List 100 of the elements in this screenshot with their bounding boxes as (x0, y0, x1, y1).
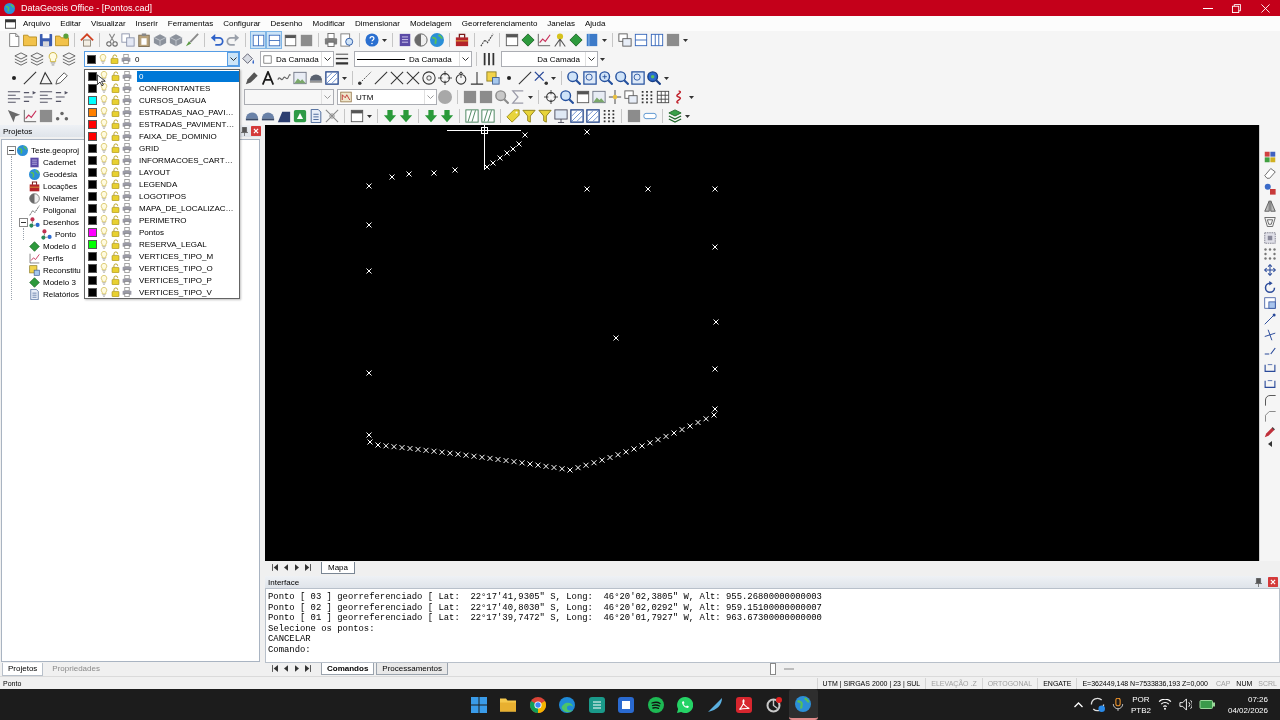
line-icon[interactable] (374, 71, 388, 85)
block-icon[interactable] (169, 33, 183, 47)
concentric-circles-icon[interactable] (422, 71, 436, 85)
dot-pattern-icon[interactable] (1264, 248, 1276, 261)
layer-option[interactable]: INFORMACOES_CART… (137, 154, 239, 166)
arrow-icon[interactable] (7, 109, 21, 123)
speaker-icon[interactable] (1178, 698, 1192, 711)
microphone-icon[interactable] (1111, 698, 1124, 711)
dotted-line-icon[interactable] (358, 71, 372, 85)
zoom-in-icon[interactable] (599, 71, 613, 85)
tree-item[interactable]: Reconstitu (43, 265, 81, 275)
caret-icon[interactable] (684, 114, 690, 118)
move-arrows-icon[interactable] (1264, 264, 1276, 277)
language-button[interactable]: POR PTB2 (1130, 693, 1151, 716)
menu-item[interactable]: Modificar (307, 17, 350, 30)
coordinate-select[interactable]: UTM (337, 89, 437, 105)
window-icon[interactable] (576, 90, 590, 104)
caret-icon[interactable] (663, 76, 669, 80)
plus-marker-icon[interactable] (608, 90, 622, 104)
layer-option[interactable]: LAYOUT (137, 166, 239, 178)
tree-item[interactable]: Poligonai (43, 205, 76, 215)
tree-item[interactable]: Desenhos (43, 217, 80, 227)
next-icon[interactable] (294, 665, 299, 672)
slash-box-icon[interactable] (481, 109, 495, 123)
tree-item[interactable]: Relatórios (43, 289, 79, 299)
select-field[interactable] (244, 89, 334, 105)
line-chart-icon[interactable] (23, 109, 37, 123)
line-chart-icon[interactable] (537, 33, 551, 47)
tree-item[interactable]: Teste.geoproj (31, 145, 80, 155)
caret-icon[interactable] (1268, 441, 1272, 448)
menu-item[interactable]: Modelagem (404, 17, 457, 30)
caret-icon[interactable] (550, 76, 556, 80)
collapse-icon[interactable] (6, 145, 16, 155)
menu-item[interactable]: Editar (55, 17, 87, 30)
diagonal-line-icon[interactable] (1264, 312, 1276, 325)
panel-tab[interactable]: Comandos (321, 663, 375, 675)
printer-icon[interactable] (122, 251, 132, 261)
polyline-icon[interactable] (39, 71, 53, 85)
print-preview-icon[interactable] (340, 33, 354, 47)
layer-option[interactable]: CURSOS_DAGUA (137, 94, 239, 106)
printer-icon[interactable] (122, 179, 132, 189)
dot-columns-icon[interactable] (640, 90, 654, 104)
zoom-window-icon[interactable] (631, 71, 645, 85)
pin-icon[interactable] (1255, 577, 1262, 587)
scale-icon[interactable] (1264, 296, 1276, 309)
tree-item[interactable]: Locações (43, 181, 78, 191)
close-icon[interactable] (1261, 3, 1270, 13)
funnel-icon[interactable] (538, 109, 552, 123)
layer-option[interactable]: CONFRONTANTES (137, 82, 239, 94)
sync-icon[interactable] (1089, 697, 1105, 712)
menu-item[interactable]: Ajuda (579, 17, 611, 30)
previous-icon[interactable] (283, 564, 288, 571)
tree-item[interactable]: Geodésia (43, 169, 78, 179)
diamond-icon[interactable] (521, 33, 535, 47)
target-icon[interactable] (438, 71, 452, 85)
bracket-icon[interactable] (1264, 361, 1276, 374)
printer-icon[interactable] (122, 167, 132, 177)
monitor-icon[interactable] (554, 109, 568, 123)
tripod-icon[interactable] (553, 33, 567, 47)
pencil-icon[interactable] (55, 71, 69, 85)
hatched-square-icon[interactable] (325, 71, 339, 85)
squiggle-icon[interactable] (674, 90, 684, 104)
folder-icon[interactable] (500, 696, 517, 713)
battery-icon[interactable] (1198, 700, 1215, 709)
shape-icon[interactable] (277, 109, 291, 123)
layer-option[interactable]: LEGENDA (137, 178, 239, 190)
clock-badge-icon[interactable] (765, 696, 782, 713)
caret-icon[interactable] (341, 76, 347, 80)
brush-icon[interactable] (185, 33, 199, 47)
linetype-select[interactable]: Da Camada (354, 51, 472, 67)
square-icon[interactable] (39, 109, 53, 123)
list-icon[interactable] (23, 90, 37, 104)
slash-box-icon[interactable] (465, 109, 479, 123)
block-icon[interactable] (153, 33, 167, 47)
tree-item[interactable]: Cadernet (43, 157, 76, 167)
menu-item[interactable]: Georreferenciamento (456, 17, 543, 30)
book-icon[interactable] (585, 33, 599, 47)
layers-icon[interactable] (30, 52, 44, 66)
funnel-icon[interactable] (522, 109, 536, 123)
menu-item[interactable]: Visualizar (86, 17, 131, 30)
columns-icon[interactable] (650, 33, 664, 47)
text-tool-icon[interactable] (261, 71, 275, 85)
minimize-icon[interactable] (1202, 7, 1213, 9)
trim-icon[interactable] (1264, 329, 1276, 342)
printer-icon[interactable] (324, 33, 338, 47)
perpendicular-icon[interactable] (470, 71, 484, 85)
printer-icon[interactable] (122, 143, 132, 153)
zigzag-line-icon[interactable] (480, 33, 494, 47)
layer-option[interactable]: FAIXA_DE_DOMINIO (137, 130, 239, 142)
page-icon[interactable] (309, 109, 323, 123)
zoom-icon[interactable] (560, 90, 574, 104)
tree-item[interactable]: Modelo d (43, 241, 76, 251)
book-icon[interactable] (398, 33, 412, 47)
cross-icon[interactable] (406, 71, 420, 85)
lineweight-select[interactable]: Da Camada (501, 51, 598, 67)
document-tab[interactable]: Mapa (321, 561, 355, 574)
layers-icon[interactable] (62, 52, 76, 66)
scissors-icon[interactable] (105, 33, 119, 47)
zoom-icon[interactable] (567, 71, 581, 85)
printer-icon[interactable] (122, 215, 132, 225)
